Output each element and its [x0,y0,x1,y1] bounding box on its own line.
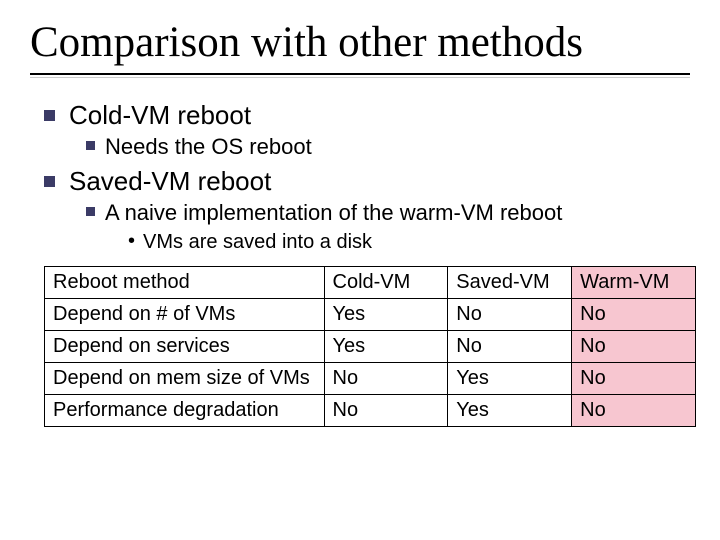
comparison-table: Reboot method Cold-VM Saved-VM Warm-VM D… [44,266,696,427]
table-cell: Yes [324,331,448,363]
table-cell: Yes [448,363,572,395]
slide: Comparison with other methods Cold-VM re… [0,0,720,540]
slide-title: Comparison with other methods [30,18,690,67]
table-cell: No [448,299,572,331]
bullet-level2: Needs the OS reboot [44,134,690,160]
table-header-cell: Warm-VM [572,267,696,299]
title-underline-thin [30,77,690,78]
table-row: Depend on mem size of VMs No Yes No [45,363,696,395]
table-cell: Performance degradation [45,395,325,427]
square-bullet-icon [86,141,95,150]
table-cell: No [572,363,696,395]
bullet-text: Cold-VM reboot [69,100,251,130]
table-cell: No [324,363,448,395]
table-row: Depend on services Yes No No [45,331,696,363]
table-cell: Depend on services [45,331,325,363]
table-cell: Yes [324,299,448,331]
table-header-row: Reboot method Cold-VM Saved-VM Warm-VM [45,267,696,299]
table-cell: No [324,395,448,427]
table-header-cell: Cold-VM [324,267,448,299]
table-cell: Yes [448,395,572,427]
bullet-text: Needs the OS reboot [105,134,312,160]
table-cell: No [572,331,696,363]
title-underline [30,73,690,75]
table-row: Performance degradation No Yes No [45,395,696,427]
square-bullet-icon [44,110,55,121]
table-cell: No [572,395,696,427]
table-header-cell: Saved-VM [448,267,572,299]
table-cell: No [448,331,572,363]
square-bullet-icon [86,207,95,216]
table-row: Depend on # of VMs Yes No No [45,299,696,331]
bullet-level3: • VMs are saved into a disk [44,230,690,254]
table-cell: Depend on mem size of VMs [45,363,325,395]
table-header-cell: Reboot method [45,267,325,299]
table-cell: No [572,299,696,331]
bullet-level1: Cold-VM reboot [44,100,690,130]
bullet-level1: Saved-VM reboot [44,166,690,196]
bullet-text: A naive implementation of the warm-VM re… [105,200,562,226]
bullet-level2: A naive implementation of the warm-VM re… [44,200,690,226]
bullet-text: VMs are saved into a disk [143,230,372,254]
dot-bullet-icon: • [128,230,135,252]
square-bullet-icon [44,176,55,187]
table-cell: Depend on # of VMs [45,299,325,331]
bullet-list: Cold-VM reboot Needs the OS reboot Saved… [30,100,690,254]
bullet-text: Saved-VM reboot [69,166,271,196]
